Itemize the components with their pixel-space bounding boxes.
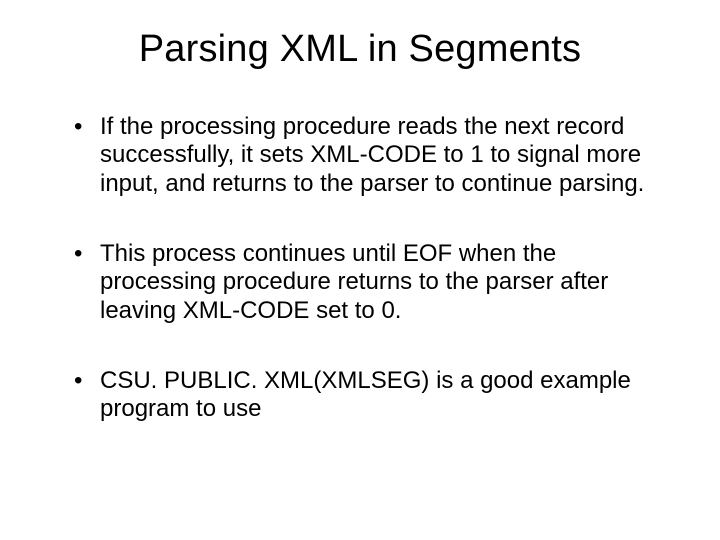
list-item: This process continues until EOF when th… [74,240,660,325]
slide-title: Parsing XML in Segments [60,28,660,71]
list-item: If the processing procedure reads the ne… [74,113,660,198]
bullet-list: If the processing procedure reads the ne… [60,113,660,424]
list-item: CSU. PUBLIC. XML(XMLSEG) is a good examp… [74,367,660,424]
